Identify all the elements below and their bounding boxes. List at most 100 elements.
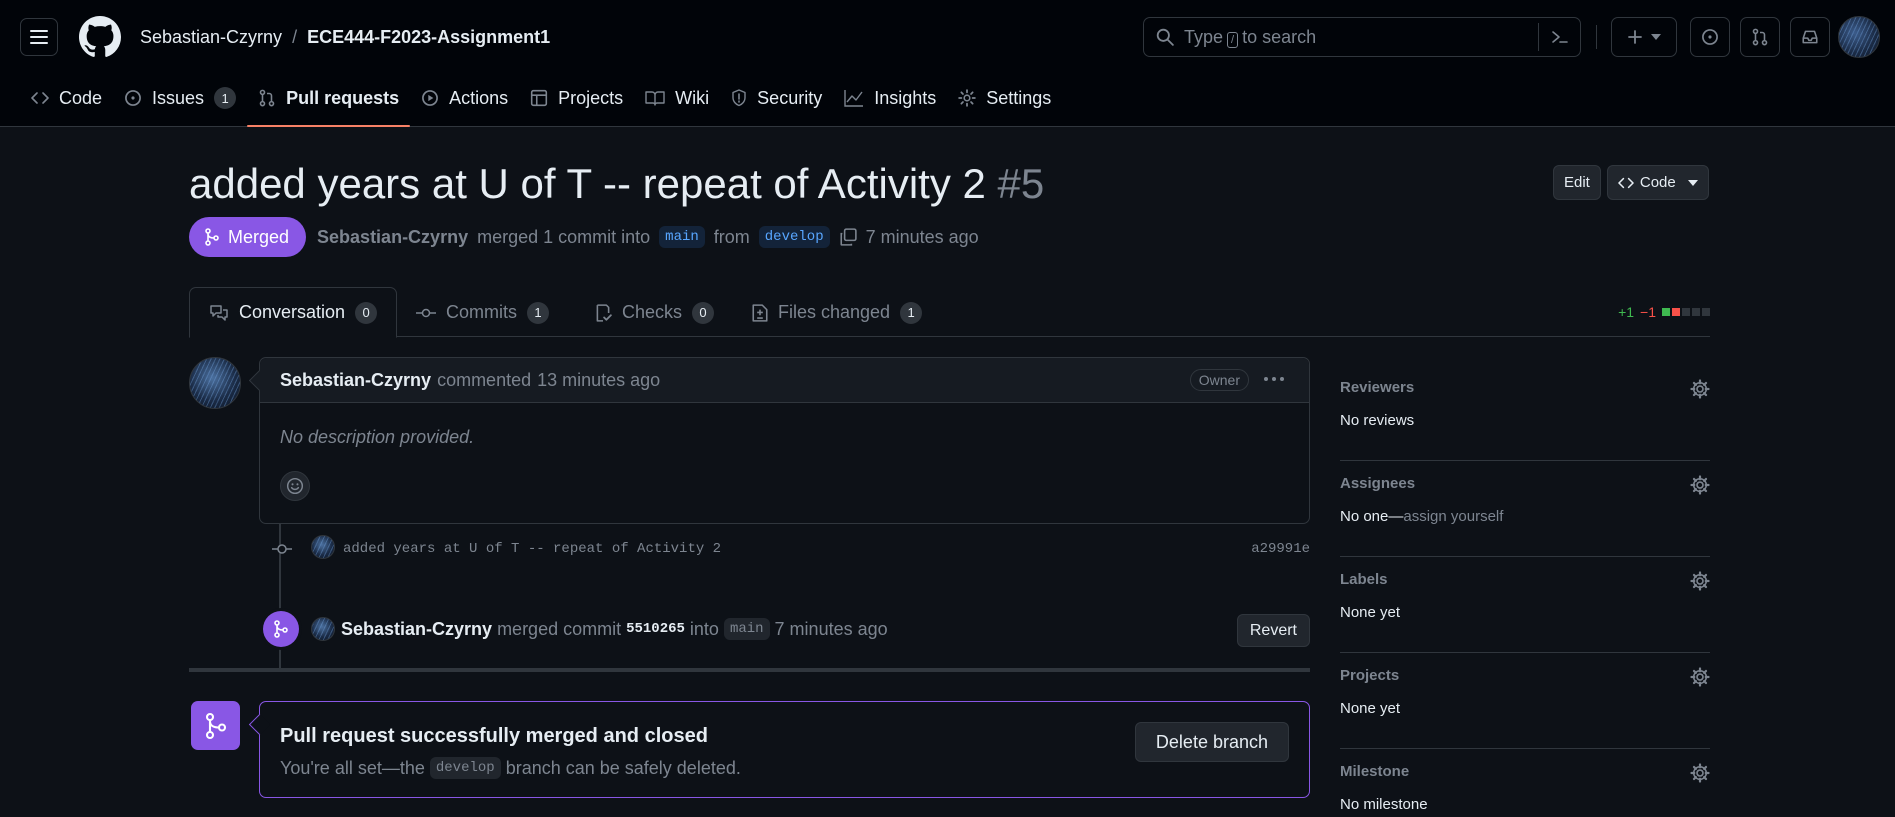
gear-icon[interactable] bbox=[1690, 571, 1710, 591]
commit-row: added years at U of T -- repeat of Activ… bbox=[268, 535, 1310, 563]
pull-request-icon bbox=[258, 89, 276, 107]
search-input[interactable]: Type / to search bbox=[1143, 17, 1581, 57]
edit-button[interactable]: Edit bbox=[1553, 165, 1601, 200]
commit-icon bbox=[416, 307, 436, 319]
breadcrumb-separator: / bbox=[292, 27, 298, 47]
comment-author-link[interactable]: Sebastian-Czyrny bbox=[280, 370, 431, 391]
breadcrumb: Sebastian-Czyrny / ECE444-F2023-Assignme… bbox=[140, 27, 550, 48]
sidebar-title: Assignees bbox=[1340, 475, 1416, 492]
base-branch[interactable]: main bbox=[659, 226, 705, 248]
merge-event: Sebastian-Czyrny merged commit 5510265 i… bbox=[263, 611, 1310, 647]
file-diff-icon bbox=[752, 303, 768, 322]
pr-author-link[interactable]: Sebastian-Czyrny bbox=[317, 227, 468, 248]
status-label: Merged bbox=[228, 226, 290, 247]
sidebar-reviewers: Reviewers No reviews bbox=[1340, 365, 1710, 461]
gear-icon[interactable] bbox=[1690, 667, 1710, 687]
tab-pull-requests[interactable]: Pull requests bbox=[247, 78, 411, 127]
issues-button[interactable] bbox=[1690, 17, 1730, 57]
sidebar-projects: Projects None yet bbox=[1340, 653, 1710, 749]
merged-subtitle-prefix: You're all set—the bbox=[280, 757, 425, 778]
sidebar-value: No milestone bbox=[1340, 796, 1428, 813]
merge-event-label: merged commit bbox=[497, 618, 622, 639]
smiley-icon[interactable] bbox=[280, 471, 310, 501]
comment-time[interactable]: 13 minutes ago bbox=[537, 370, 660, 391]
tab-commits[interactable]: Commits 1 bbox=[397, 287, 568, 338]
gear-icon[interactable] bbox=[1690, 379, 1710, 399]
merge-commit-sha-link[interactable]: 5510265 bbox=[626, 621, 685, 637]
caret-down-icon bbox=[1687, 179, 1698, 186]
book-icon bbox=[645, 90, 665, 106]
merge-target-branch[interactable]: main bbox=[723, 618, 770, 640]
avatar[interactable] bbox=[189, 357, 241, 409]
pull-requests-button[interactable] bbox=[1740, 17, 1780, 57]
tab-settings[interactable]: Settings bbox=[947, 78, 1062, 118]
code-dropdown-button[interactable]: Code bbox=[1606, 165, 1709, 200]
sidebar-title: Projects bbox=[1340, 667, 1400, 684]
comment-header: Sebastian-Czyrny commented 13 minutes ag… bbox=[260, 358, 1309, 403]
avatar[interactable] bbox=[311, 535, 335, 559]
user-avatar[interactable] bbox=[1838, 16, 1880, 58]
merged-text: merged 1 commit into bbox=[477, 226, 651, 247]
code-icon bbox=[1618, 176, 1634, 190]
command-palette-icon[interactable] bbox=[1538, 23, 1580, 51]
tab-label: Insights bbox=[874, 87, 937, 108]
search-icon bbox=[1156, 28, 1174, 46]
comment-action: commented bbox=[437, 369, 532, 390]
gear-icon[interactable] bbox=[1690, 763, 1710, 783]
merge-time[interactable]: 7 minutes ago bbox=[775, 619, 888, 640]
delete-branch-button[interactable]: Delete branch bbox=[1134, 722, 1289, 762]
tab-issues[interactable]: Issues 1 bbox=[113, 78, 247, 118]
revert-button[interactable]: Revert bbox=[1236, 614, 1310, 647]
tab-label: Checks bbox=[622, 302, 683, 322]
tab-label: Wiki bbox=[675, 87, 710, 108]
diffstat-blocks bbox=[1662, 308, 1710, 316]
github-logo-icon[interactable] bbox=[79, 16, 121, 58]
gear-icon bbox=[958, 89, 977, 107]
tab-actions[interactable]: Actions bbox=[410, 78, 519, 118]
timeline-divider bbox=[189, 668, 1310, 672]
merge-into-label: into bbox=[689, 618, 719, 639]
inbox-button[interactable] bbox=[1790, 17, 1830, 57]
tab-wiki[interactable]: Wiki bbox=[634, 78, 720, 118]
sidebar-milestone: Milestone No milestone bbox=[1340, 749, 1710, 817]
assign-yourself-link[interactable]: assign yourself bbox=[1403, 508, 1503, 525]
tab-files-changed[interactable]: Files changed 1 bbox=[733, 287, 941, 338]
tab-label: Actions bbox=[449, 87, 509, 108]
tab-code[interactable]: Code bbox=[20, 78, 113, 118]
commit-sha-link[interactable]: a29991e bbox=[1251, 541, 1310, 557]
tab-conversation[interactable]: Conversation 0 bbox=[189, 287, 398, 338]
copy-icon[interactable] bbox=[839, 228, 857, 246]
commit-icon bbox=[270, 539, 294, 559]
diffstat: +1 −1 bbox=[1618, 304, 1710, 320]
checklist-icon bbox=[594, 303, 612, 322]
kebab-horizontal-icon[interactable] bbox=[1263, 370, 1285, 388]
breadcrumb-repo-link[interactable]: ECE444-F2023-Assignment1 bbox=[307, 27, 550, 48]
tab-checks[interactable]: Checks 0 bbox=[575, 287, 733, 338]
comment-body: No description provided. bbox=[280, 427, 475, 447]
tab-counter: 1 bbox=[900, 301, 923, 324]
tab-security[interactable]: Security bbox=[720, 78, 833, 118]
create-new-button[interactable] bbox=[1611, 17, 1677, 57]
head-branch[interactable]: develop bbox=[758, 226, 830, 248]
table-icon bbox=[530, 89, 548, 107]
merge-author-link[interactable]: Sebastian-Czyrny bbox=[341, 619, 492, 640]
graph-icon bbox=[844, 89, 864, 107]
caret-down-icon bbox=[1651, 34, 1661, 40]
sidebar-title: Reviewers bbox=[1340, 379, 1415, 396]
tab-projects[interactable]: Projects bbox=[519, 78, 634, 118]
issues-counter: 1 bbox=[214, 87, 237, 109]
tab-insights[interactable]: Insights bbox=[833, 78, 947, 118]
breadcrumb-owner-link[interactable]: Sebastian-Czyrny bbox=[140, 27, 282, 48]
diffstat-additions: +1 bbox=[1618, 304, 1635, 320]
sidebar-title: Labels bbox=[1340, 571, 1388, 588]
avatar[interactable] bbox=[311, 617, 335, 641]
inbox-icon bbox=[1801, 28, 1819, 46]
merged-status-subtitle: You're all set—the develop branch can be… bbox=[280, 757, 741, 779]
play-icon bbox=[421, 89, 439, 107]
commit-message-link[interactable]: added years at U of T -- repeat of Activ… bbox=[343, 541, 721, 557]
hamburger-icon[interactable] bbox=[20, 18, 58, 56]
pr-tabs: Conversation 0 Commits 1 Checks 0 Files … bbox=[189, 287, 1710, 338]
gear-icon[interactable] bbox=[1690, 475, 1710, 495]
owner-badge: Owner bbox=[1189, 369, 1249, 391]
pr-number: #5 bbox=[997, 160, 1045, 207]
